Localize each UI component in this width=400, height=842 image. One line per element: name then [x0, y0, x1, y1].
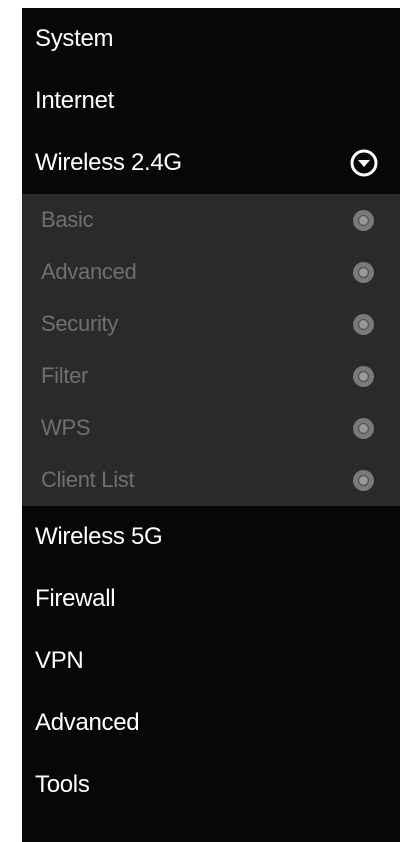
submenu-item-label: Client List — [41, 467, 135, 492]
sidebar-menu: System Internet Wireless 2.4G Basic Adva… — [22, 8, 400, 842]
circle-bullet-icon — [351, 260, 376, 285]
submenu-item-advanced[interactable]: Advanced — [22, 246, 400, 298]
menu-item-label: Firewall — [35, 585, 116, 612]
menu-item-firewall[interactable]: Firewall — [22, 568, 400, 630]
submenu-item-label: Security — [41, 311, 119, 336]
chevron-down-circle-icon[interactable] — [350, 149, 378, 177]
menu-item-label: VPN — [35, 647, 84, 674]
submenu-item-label: Basic — [41, 207, 94, 232]
menu-item-system[interactable]: System — [22, 8, 400, 70]
wireless-24g-submenu: Basic Advanced Security Filter WPS Clien… — [22, 194, 400, 506]
menu-item-wireless-5g[interactable]: Wireless 5G — [22, 506, 400, 568]
submenu-item-label: Advanced — [41, 259, 137, 284]
circle-bullet-icon — [351, 416, 376, 441]
menu-item-vpn[interactable]: VPN — [22, 630, 400, 692]
submenu-item-basic[interactable]: Basic — [22, 194, 400, 246]
menu-item-label: Wireless 2.4G — [35, 149, 182, 176]
menu-item-label: Wireless 5G — [35, 523, 163, 550]
menu-item-internet[interactable]: Internet — [22, 70, 400, 132]
circle-bullet-icon — [351, 468, 376, 493]
submenu-item-client-list[interactable]: Client List — [22, 454, 400, 506]
menu-item-label: System — [35, 25, 114, 52]
menu-item-advanced[interactable]: Advanced — [22, 692, 400, 754]
circle-bullet-icon — [351, 208, 376, 233]
submenu-item-security[interactable]: Security — [22, 298, 400, 350]
menu-item-label: Advanced — [35, 709, 140, 736]
menu-item-label: Internet — [35, 87, 114, 114]
submenu-item-wps[interactable]: WPS — [22, 402, 400, 454]
submenu-item-filter[interactable]: Filter — [22, 350, 400, 402]
menu-item-wireless-24g[interactable]: Wireless 2.4G — [22, 132, 400, 194]
submenu-item-label: Filter — [41, 363, 89, 388]
submenu-item-label: WPS — [41, 415, 91, 440]
circle-bullet-icon — [351, 364, 376, 389]
circle-bullet-icon — [351, 312, 376, 337]
menu-item-label: Tools — [35, 771, 90, 798]
menu-item-tools[interactable]: Tools — [22, 754, 400, 816]
